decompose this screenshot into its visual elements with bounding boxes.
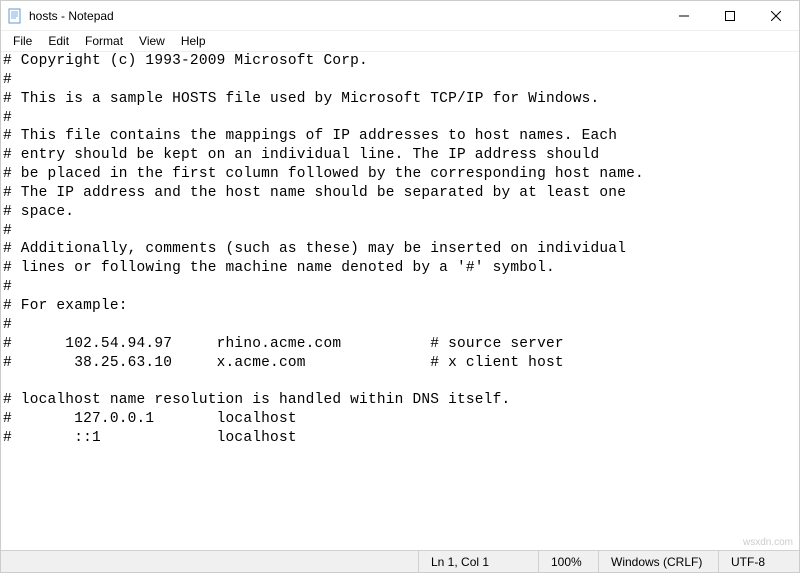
- menu-format[interactable]: Format: [77, 33, 131, 49]
- status-line-ending: Windows (CRLF): [599, 551, 719, 572]
- close-button[interactable]: [753, 1, 799, 30]
- menu-help[interactable]: Help: [173, 33, 214, 49]
- menu-view[interactable]: View: [131, 33, 173, 49]
- status-encoding: UTF-8: [719, 551, 799, 572]
- text-editor[interactable]: # Copyright (c) 1993-2009 Microsoft Corp…: [1, 51, 799, 549]
- statusbar: Ln 1, Col 1 100% Windows (CRLF) UTF-8: [1, 550, 799, 572]
- status-position: Ln 1, Col 1: [419, 551, 539, 572]
- maximize-button[interactable]: [707, 1, 753, 30]
- titlebar: hosts - Notepad: [1, 1, 799, 31]
- watermark: wsxdn.com: [743, 537, 793, 548]
- notepad-icon: [7, 8, 23, 24]
- status-zoom: 100%: [539, 551, 599, 572]
- menu-file[interactable]: File: [5, 33, 40, 49]
- menu-edit[interactable]: Edit: [40, 33, 77, 49]
- status-spacer: [1, 551, 419, 572]
- window-title: hosts - Notepad: [29, 9, 661, 23]
- window-controls: [661, 1, 799, 30]
- minimize-button[interactable]: [661, 1, 707, 30]
- menubar: File Edit Format View Help: [1, 31, 799, 51]
